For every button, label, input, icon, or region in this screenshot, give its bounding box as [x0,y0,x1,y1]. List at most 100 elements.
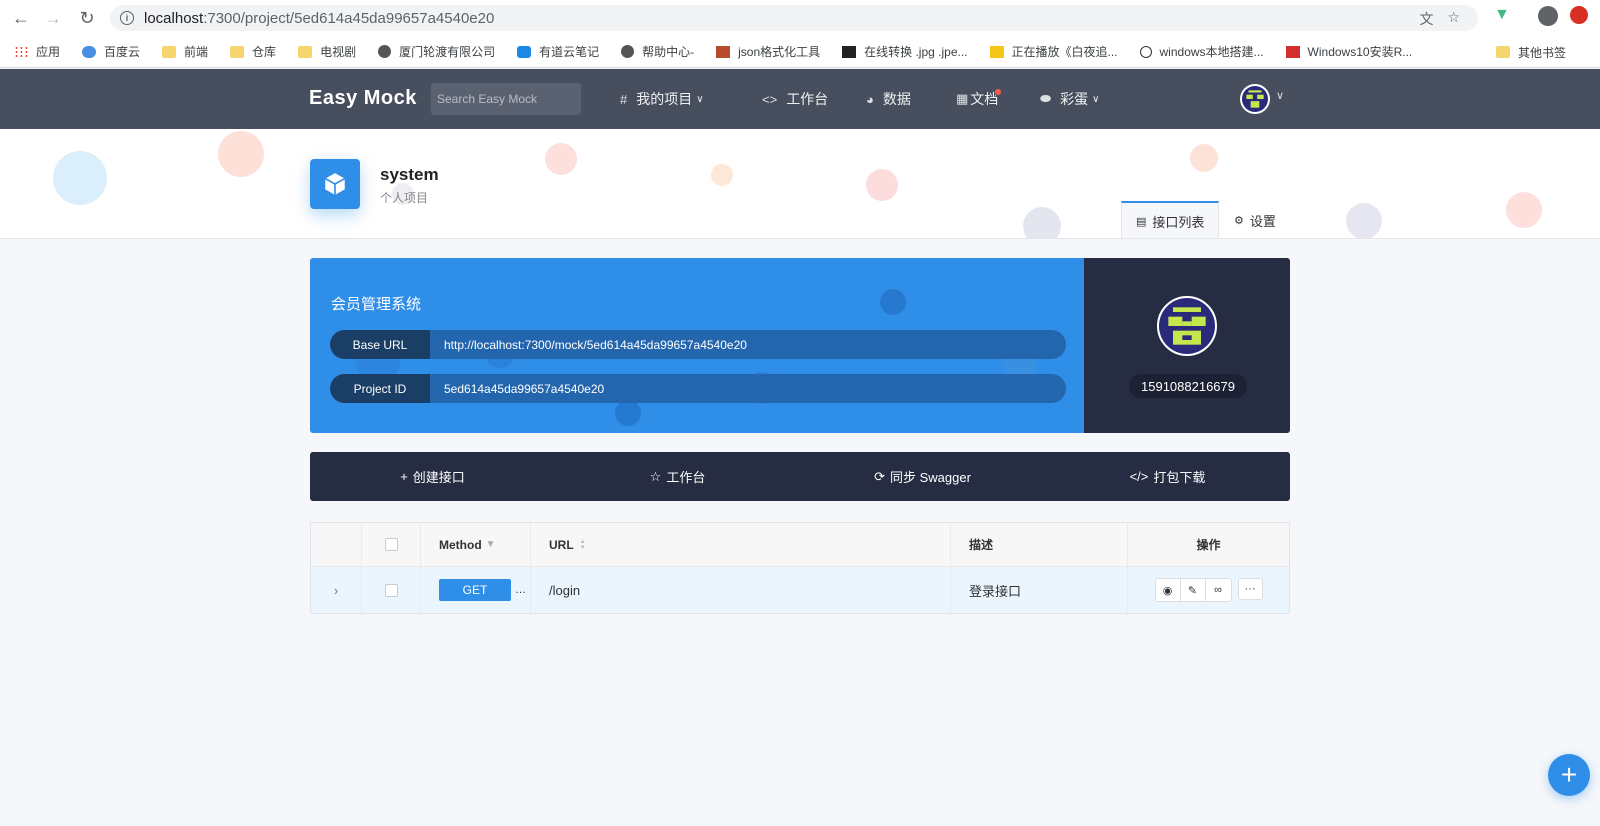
brand-logo[interactable]: Easy Mock [309,87,417,110]
url-header[interactable]: URL ▲ ▼ [531,523,951,566]
bookmark-folder-repo[interactable]: 仓库 [230,43,276,60]
bookmark-folder-tv[interactable]: 电视剧 [298,43,356,60]
chevron-down-icon[interactable]: ∨ [1276,89,1284,102]
project-id-value[interactable]: 5ed614a45da99657a4540e20 [430,382,604,396]
edit-button[interactable]: ✎ [1181,579,1206,601]
bookmark-xiamen-ferry[interactable]: 厦门轮渡有限公司 [378,43,495,60]
action-label: 打包下载 [1153,470,1206,485]
column-label: Method [439,537,482,552]
project-info-card: 会员管理系统 Base URL http://localhost:7300/mo… [310,258,1084,433]
bookmark-other[interactable]: 其他书签 [1495,36,1566,68]
api-table: Method ▼ URL ▲ ▼ 描述 操作 › GET … /login 登录接口 … [310,522,1290,614]
url-host: localhost [144,9,204,27]
bookmark-youdao[interactable]: 有道云笔记 [517,43,599,60]
pencil-icon: ✎ [1187,584,1198,597]
base-url-value[interactable]: http://localhost:7300/mock/5ed614a45da99… [430,338,747,352]
select-all-cell [362,523,421,566]
reload-icon[interactable]: ↻ [72,3,102,33]
expand-header [311,523,362,566]
video-icon [989,45,1004,58]
translate-icon[interactable]: 文 [1419,9,1433,29]
app-header: Easy Mock Search Easy Mock # 我的项目 ∨ <> 工作台 … [0,69,1600,129]
owner-name: 1591088216679 [1129,374,1247,398]
workbench-button[interactable]: ☆ 工作台 [555,452,800,501]
sync-swagger-button[interactable]: ⟳ 同步 Swagger [800,452,1045,501]
preview-button[interactable]: ◉ [1156,579,1181,601]
chevron-right-icon[interactable]: › [334,583,338,598]
project-id-row[interactable]: Project ID 5ed614a45da99657a4540e20 [330,374,1066,403]
project-hero: system 个人项目 ▤ 接口列表 ⚙ 设置 [0,129,1600,239]
json-icon [716,45,731,58]
bookmark-json[interactable]: json格式化工具 [716,43,820,60]
bookmark-label: 仓库 [252,45,277,59]
bookmarks-bar: 应用 百度云 前端 仓库 电视剧 厦门轮渡有限公司 有道云笔记 帮助中心- js… [0,36,1600,68]
bookmark-baiduyun[interactable]: 百度云 [82,43,140,60]
row-checkbox[interactable] [384,583,398,597]
column-label: 操作 [1196,538,1221,552]
project-type: 个人项目 [380,191,429,205]
tab-label: 设置 [1249,213,1276,229]
code-icon: </> [1129,469,1149,484]
search-input[interactable]: Search Easy Mock [431,83,581,115]
bookmark-label: 其他书签 [1517,45,1566,60]
action-bar: + 创建接口 ☆ 工作台 ⟳ 同步 Swagger </> 打包下载 [310,452,1290,501]
bookmark-label: 前端 [184,45,209,59]
nav-docs[interactable]: ▦ 文档 [956,89,998,109]
tab-settings[interactable]: ⚙ 设置 [1220,201,1290,238]
filter-icon[interactable]: ▼ [486,539,496,550]
tab-api-list[interactable]: ▤ 接口列表 [1121,201,1220,238]
hash-icon: # [620,91,628,107]
op-button-group: ◉ ✎ ∞ [1154,578,1232,602]
folder-icon [1495,46,1510,58]
bookmark-windows-setup[interactable]: windows本地搭建... [1139,43,1264,60]
base-url-row[interactable]: Base URL http://localhost:7300/mock/5ed6… [330,330,1066,359]
back-icon[interactable]: ← [6,3,36,33]
cloud-icon [82,45,97,58]
user-avatar[interactable] [1240,84,1270,114]
note-icon [517,45,532,58]
profile-icon[interactable] [1538,6,1558,26]
method-header[interactable]: Method ▼ [421,523,531,566]
bookmark-help[interactable]: 帮助中心- [621,43,694,60]
pixel-avatar-icon [1159,298,1215,354]
add-fab-button[interactable]: + [1548,754,1590,796]
download-button[interactable]: </> 打包下载 [1045,452,1290,501]
bookmark-label: 应用 [36,45,61,59]
owner-avatar[interactable] [1157,296,1217,356]
folder-icon [230,45,245,58]
bookmark-convert[interactable]: 在线转换 .jpg .jpe... [842,43,968,60]
bookmark-label: 正在播放《白夜追... [1011,45,1118,59]
info-icon[interactable]: i [120,11,134,25]
more-button[interactable]: ··· [1237,578,1263,600]
bookmark-playing[interactable]: 正在播放《白夜追... [989,43,1118,60]
vue-devtools-icon[interactable]: ▼ [1494,6,1510,24]
select-all-checkbox[interactable] [384,538,398,551]
copy-link-button[interactable]: ∞ [1206,579,1231,601]
nav-workbench[interactable]: <> 工作台 [762,89,828,109]
plus-icon: + [400,469,408,484]
address-bar[interactable]: i localhost:7300/project/5ed614a45da9965… [110,5,1478,31]
extension-red-icon[interactable] [1570,6,1588,24]
bookmark-label: 电视剧 [320,45,357,59]
nav-label: 数据 [882,91,911,107]
nav-my-projects[interactable]: # 我的项目 ∨ [620,89,704,109]
link-icon: ∞ [1214,584,1222,596]
bookmark-folder-frontend[interactable]: 前端 [162,43,208,60]
nav-data[interactable]: ◕ 数据 [866,89,911,109]
bookmark-windows10[interactable]: Windows10安装R... [1285,43,1413,60]
ops-header: 操作 [1128,523,1289,566]
bookmark-label: 帮助中心- [642,45,695,59]
base-url-label: Base URL [330,330,430,359]
folder-icon [162,45,177,58]
nav-easter-egg[interactable]: ⬬ 彩蛋 ∨ [1040,89,1099,109]
create-api-button[interactable]: + 创建接口 [310,452,555,501]
method-badge: GET [439,579,511,601]
nav-label: 工作台 [786,91,829,107]
forward-icon[interactable]: → [38,3,68,33]
table-row[interactable]: › GET … /login 登录接口 ◉ ✎ ∞ ··· [311,567,1289,613]
bookmark-label: Windows10安装R... [1307,45,1413,59]
bookmark-star-icon[interactable]: ☆ [1447,9,1460,29]
decor-bubble [866,169,898,201]
bookmark-apps[interactable]: 应用 [14,43,60,60]
sort-icon[interactable]: ▲ ▼ [580,539,586,551]
